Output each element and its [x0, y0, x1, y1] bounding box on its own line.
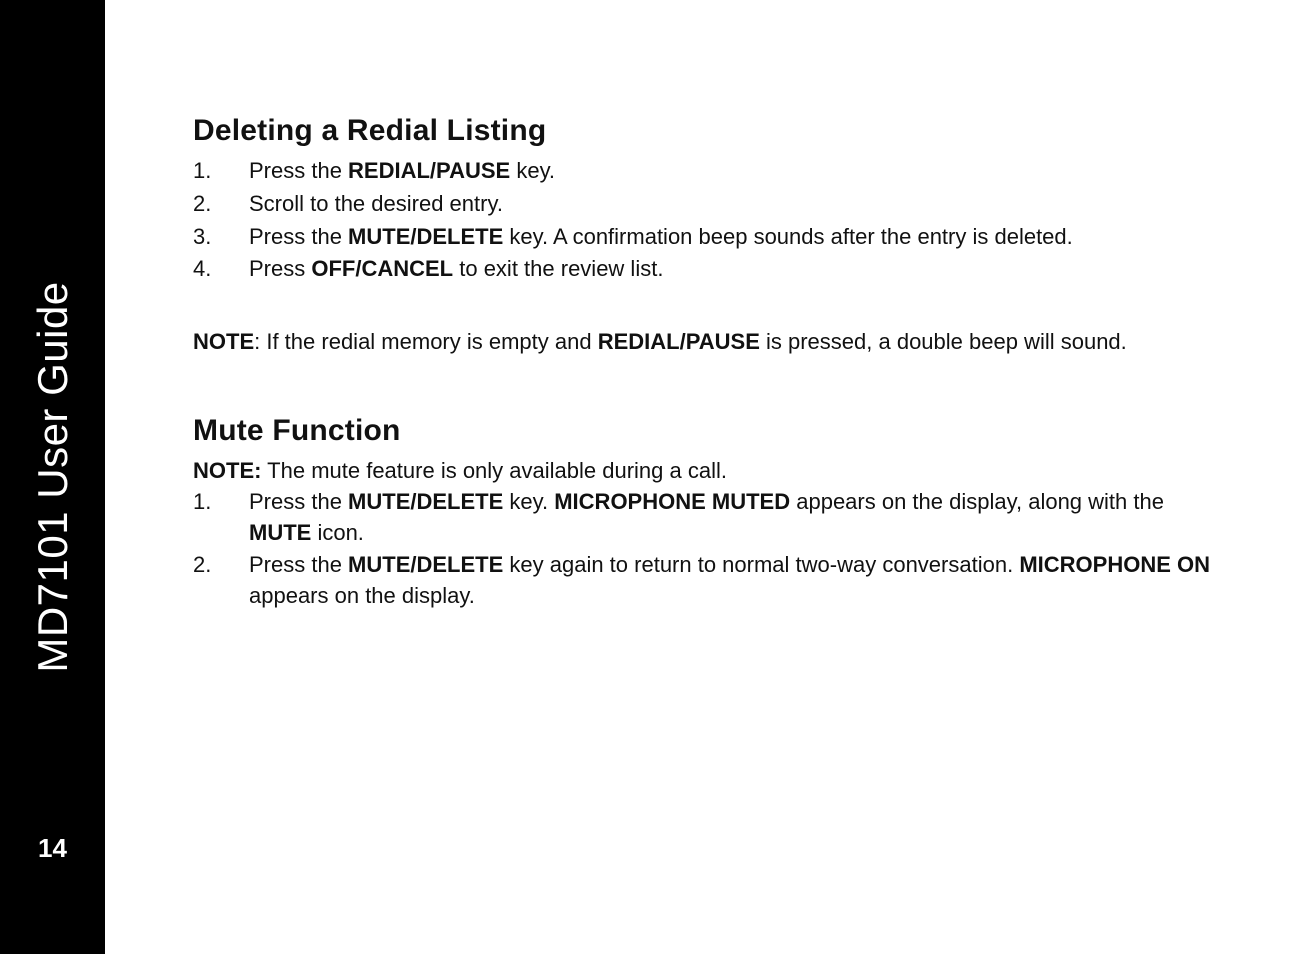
text: Press the [249, 552, 348, 577]
step-text: Press the MUTE/DELETE key again to retur… [249, 550, 1211, 612]
step-number: 1. [193, 156, 249, 187]
step-number: 2. [193, 550, 249, 612]
page-number: 14 [0, 833, 105, 864]
text: Press [249, 256, 311, 281]
text: key. A confirmation beep sounds after th… [503, 224, 1073, 249]
note-paragraph: NOTE: If the redial memory is empty and … [193, 327, 1211, 358]
step-number: 1. [193, 487, 249, 549]
icon-name: MUTE [249, 520, 311, 545]
main-content: Deleting a Redial Listing 1. Press the R… [105, 0, 1301, 954]
list-item: 1. Press the MUTE/DELETE key. MICROPHONE… [193, 487, 1211, 549]
steps-mute-function: 1. Press the MUTE/DELETE key. MICROPHONE… [193, 487, 1211, 612]
step-text: Scroll to the desired entry. [249, 189, 1211, 220]
step-text: Press OFF/CANCEL to exit the review list… [249, 254, 1211, 285]
step-text: Press the MUTE/DELETE key. A confirmatio… [249, 222, 1211, 253]
text: : If the redial memory is empty and [254, 329, 598, 354]
step-number: 4. [193, 254, 249, 285]
step-text: Press the REDIAL/PAUSE key. [249, 156, 1211, 187]
key-name: OFF/CANCEL [311, 256, 453, 281]
text: is pressed, a double beep will sound. [760, 329, 1127, 354]
key-name: REDIAL/PAUSE [348, 158, 510, 183]
text: The mute feature is only available durin… [261, 458, 727, 483]
text: icon. [311, 520, 364, 545]
note-label: NOTE: [193, 458, 261, 483]
text: key. [503, 489, 554, 514]
text: appears on the display, along with the [790, 489, 1164, 514]
text: key again to return to normal two-way co… [503, 552, 1019, 577]
key-name: MUTE/DELETE [348, 489, 503, 514]
heading-deleting-redial: Deleting a Redial Listing [193, 110, 1211, 152]
display-text: MICROPHONE ON [1019, 552, 1210, 577]
text: to exit the review list. [453, 256, 663, 281]
step-number: 2. [193, 189, 249, 220]
key-name: MUTE/DELETE [348, 552, 503, 577]
step-number: 3. [193, 222, 249, 253]
list-item: 3. Press the MUTE/DELETE key. A confirma… [193, 222, 1211, 253]
text: Press the [249, 158, 348, 183]
list-item: 2. Scroll to the desired entry. [193, 189, 1211, 220]
note-label: NOTE [193, 329, 254, 354]
key-name: MUTE/DELETE [348, 224, 503, 249]
list-item: 4. Press OFF/CANCEL to exit the review l… [193, 254, 1211, 285]
step-text: Press the MUTE/DELETE key. MICROPHONE MU… [249, 487, 1211, 549]
text: appears on the display. [249, 583, 475, 608]
list-item: 1. Press the REDIAL/PAUSE key. [193, 156, 1211, 187]
text: Scroll to the desired entry. [249, 191, 503, 216]
text: key. [510, 158, 555, 183]
sidebar: MD7101 User Guide 14 [0, 0, 105, 954]
text: Press the [249, 224, 348, 249]
steps-deleting-redial: 1. Press the REDIAL/PAUSE key. 2. Scroll… [193, 156, 1211, 285]
document-title: MD7101 User Guide [29, 281, 77, 672]
list-item: 2. Press the MUTE/DELETE key again to re… [193, 550, 1211, 612]
note-paragraph: NOTE: The mute feature is only available… [193, 456, 1211, 487]
heading-mute-function: Mute Function [193, 410, 1211, 452]
key-name: REDIAL/PAUSE [598, 329, 760, 354]
display-text: MICROPHONE MUTED [554, 489, 790, 514]
page: MD7101 User Guide 14 Deleting a Redial L… [0, 0, 1301, 954]
text: Press the [249, 489, 348, 514]
